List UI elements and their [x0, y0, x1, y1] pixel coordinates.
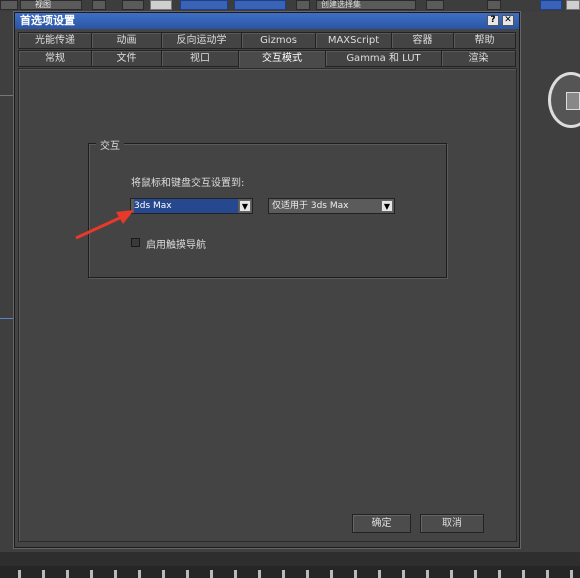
cancel-button[interactable]: 取消: [420, 514, 484, 533]
annotation-arrow-shaft: [75, 214, 125, 240]
ok-button[interactable]: 确定: [352, 514, 411, 533]
annotation-arrow-icon: [75, 210, 134, 240]
